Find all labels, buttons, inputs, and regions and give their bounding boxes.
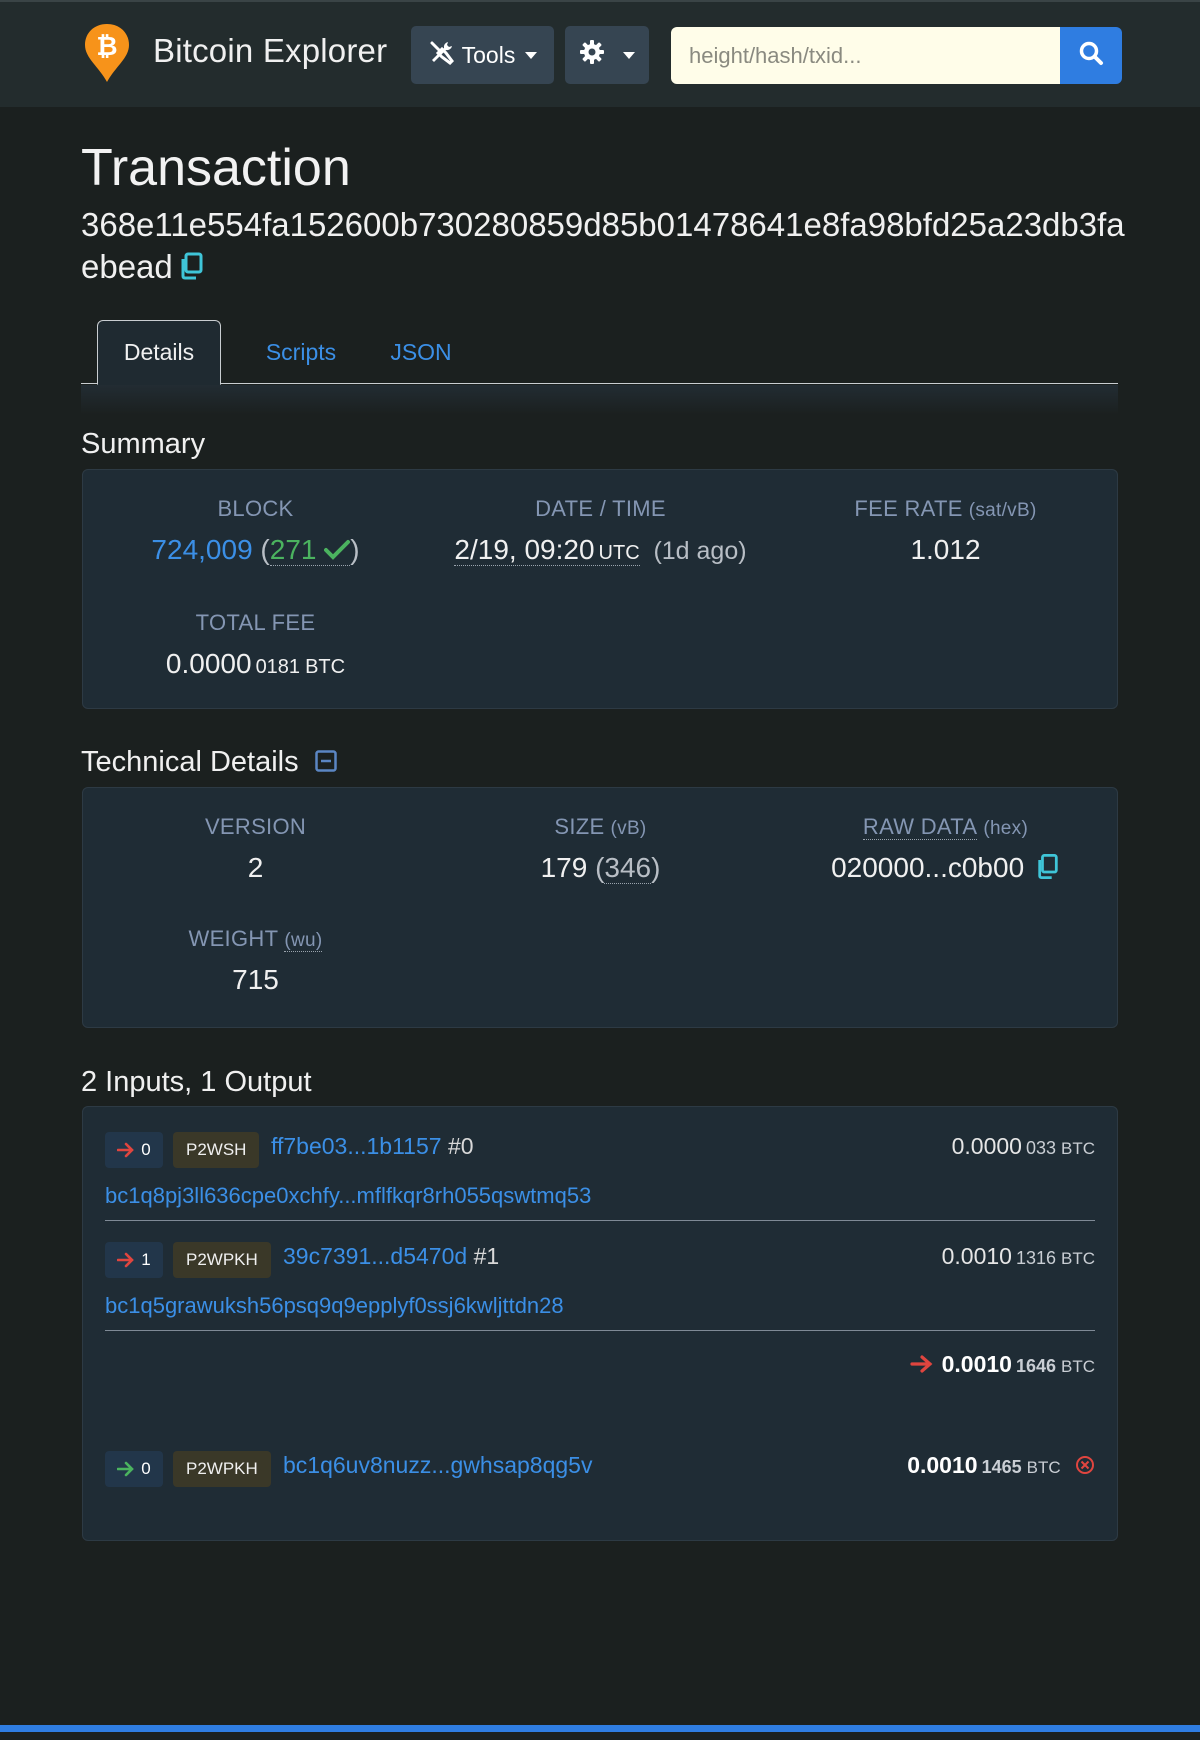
navbar: ₿ Bitcoin Explorer Tools	[0, 0, 1200, 107]
page-title: Transaction	[81, 139, 351, 197]
chevron-down-icon	[525, 51, 538, 59]
search-button[interactable]	[1060, 27, 1122, 84]
version-label: VERSION	[204, 814, 307, 839]
svg-text:₿: ₿	[96, 32, 117, 62]
brand-title[interactable]: Bitcoin Explorer	[153, 32, 387, 70]
input-total-amount: 0.0010 1646 BTC	[909, 1351, 1095, 1378]
tab-bar: Details Scripts JSON	[81, 320, 1118, 385]
collapse-icon[interactable]	[314, 747, 337, 780]
block-label: BLOCK	[217, 496, 294, 521]
prev-tx-link[interactable]: 39c7391...d5470d	[283, 1243, 467, 1269]
summary-heading: Summary	[81, 428, 206, 460]
input-amount: 0.0000 033 BTC	[951, 1133, 1095, 1159]
output-address-link[interactable]: bc1q6uv8nuzz...gwhsap8qg5v	[283, 1452, 592, 1479]
version-stat: VERSION 2	[83, 814, 428, 884]
technical-heading: Technical Details	[81, 746, 337, 780]
bottom-accent-bar	[0, 1725, 1200, 1732]
weight-stat: WEIGHT (wu) 715	[83, 926, 428, 996]
gear-icon	[579, 39, 605, 71]
arrow-right-icon	[117, 1461, 135, 1477]
input-address-link[interactable]: bc1q5grawuksh56psq9q9epplyf0ssj6kwljttdn…	[105, 1293, 564, 1319]
transaction-id: 368e11e554fa152600b730280859d85b01478641…	[81, 204, 1131, 290]
output-index-badge: 0	[105, 1451, 163, 1487]
input-row: 0 P2WSH ff7be03...1b1157 #0 0.0000 033 BTC	[105, 1131, 1095, 1171]
fee-rate-value: 1.012	[910, 534, 981, 565]
total-fee-value: 0.0000 0181 BTC	[165, 648, 346, 679]
total-fee-label: TOTAL FEE	[195, 610, 316, 635]
fee-rate-stat: FEE RATE (sat/vB) 1.012	[773, 496, 1118, 566]
weight-label: WEIGHT (wu)	[188, 926, 323, 952]
weight-value: 715	[232, 964, 279, 995]
output-amount: 0.0010 1465 BTC	[907, 1452, 1095, 1481]
confirmations: 271	[269, 534, 351, 566]
raw-data-label: RAW DATA (hex)	[862, 814, 1029, 840]
copy-icon[interactable]	[1036, 853, 1060, 887]
raw-data-stat: RAW DATA (hex) 020000...c0b00	[773, 814, 1118, 887]
size-label: SIZE (vB)	[554, 814, 647, 839]
script-type-badge: P2WPKH	[173, 1451, 271, 1487]
total-fee-stat: TOTAL FEE 0.0000 0181 BTC	[83, 610, 428, 680]
txid-text: 368e11e554fa152600b730280859d85b01478641…	[81, 206, 1125, 285]
copy-icon[interactable]	[179, 248, 205, 290]
summary-card: BLOCK 724,009 (271 ) DATE / TIME 2/19, 0…	[82, 469, 1118, 709]
divider	[105, 1220, 1095, 1221]
script-type-badge: P2WSH	[173, 1132, 260, 1168]
tab-json[interactable]: JSON	[361, 320, 481, 384]
input-prev-tx: ff7be03...1b1157 #0	[271, 1133, 474, 1159]
tools-dropdown-button[interactable]: Tools	[411, 26, 554, 84]
arrow-right-icon	[117, 1252, 135, 1268]
datetime-label: DATE / TIME	[535, 496, 666, 521]
unspent-x-icon[interactable]	[1075, 1454, 1095, 1481]
arrow-right-icon	[909, 1355, 933, 1373]
block-height-link[interactable]: 724,009	[151, 534, 252, 565]
input-prev-tx: 39c7391...d5470d #1	[283, 1243, 500, 1269]
tab-scripts[interactable]: Scripts	[241, 320, 361, 384]
version-value: 2	[247, 852, 264, 883]
script-type-badge: P2WPKH	[173, 1242, 271, 1278]
tab-details[interactable]: Details	[97, 320, 221, 385]
prev-tx-link[interactable]: ff7be03...1b1157	[271, 1133, 442, 1159]
input-address-link[interactable]: bc1q8pj3ll636cpe0xchfy...mflfkqr8rh055qs…	[105, 1183, 591, 1209]
datetime-value: 2/19, 09:20 UTC (1d ago)	[428, 534, 773, 566]
block-value: 724,009 (271 )	[151, 534, 360, 566]
bitcoin-logo-icon[interactable]: ₿	[83, 22, 131, 84]
divider	[105, 1330, 1095, 1331]
input-row: 1 P2WPKH 39c7391...d5470d #1 0.0010 1316 B…	[105, 1241, 1095, 1281]
input-total-row: 0.0010 1646 BTC	[105, 1347, 1095, 1387]
io-card: 0 P2WSH ff7be03...1b1157 #0 0.0000 033 BTC…	[82, 1106, 1118, 1541]
io-heading: 2 Inputs, 1 Output	[81, 1066, 312, 1098]
block-stat: BLOCK 724,009 (271 )	[83, 496, 428, 566]
check-icon	[324, 540, 351, 560]
settings-dropdown-button[interactable]	[565, 26, 649, 84]
technical-card: VERSION 2 SIZE (vB) 179 (346) RAW DATA (he…	[82, 787, 1118, 1028]
raw-data-value: 020000...c0b00	[773, 852, 1118, 887]
fee-rate-label: FEE RATE (sat/vB)	[854, 496, 1037, 521]
output-row: 0 P2WPKH bc1q6uv8nuzz...gwhsap8qg5v 0.00…	[105, 1450, 1095, 1490]
search-icon	[1078, 40, 1104, 71]
datetime-stat: DATE / TIME 2/19, 09:20 UTC (1d ago)	[428, 496, 773, 566]
datetime-ago: (1d ago)	[653, 537, 747, 565]
size-value: 179 (346)	[540, 852, 661, 884]
tools-icon	[428, 39, 454, 71]
datetime-text: 2/19, 09:20 UTC	[454, 534, 640, 566]
arrow-right-icon	[117, 1142, 135, 1158]
input-amount: 0.0010 1316 BTC	[941, 1243, 1095, 1269]
chevron-down-icon	[623, 51, 635, 59]
tools-label: Tools	[461, 41, 516, 68]
size-stat: SIZE (vB) 179 (346)	[428, 814, 773, 884]
tab-divider	[81, 385, 1118, 415]
input-index-badge: 0	[105, 1132, 163, 1168]
search-input[interactable]	[671, 27, 1061, 84]
input-index-badge: 1	[105, 1242, 163, 1278]
